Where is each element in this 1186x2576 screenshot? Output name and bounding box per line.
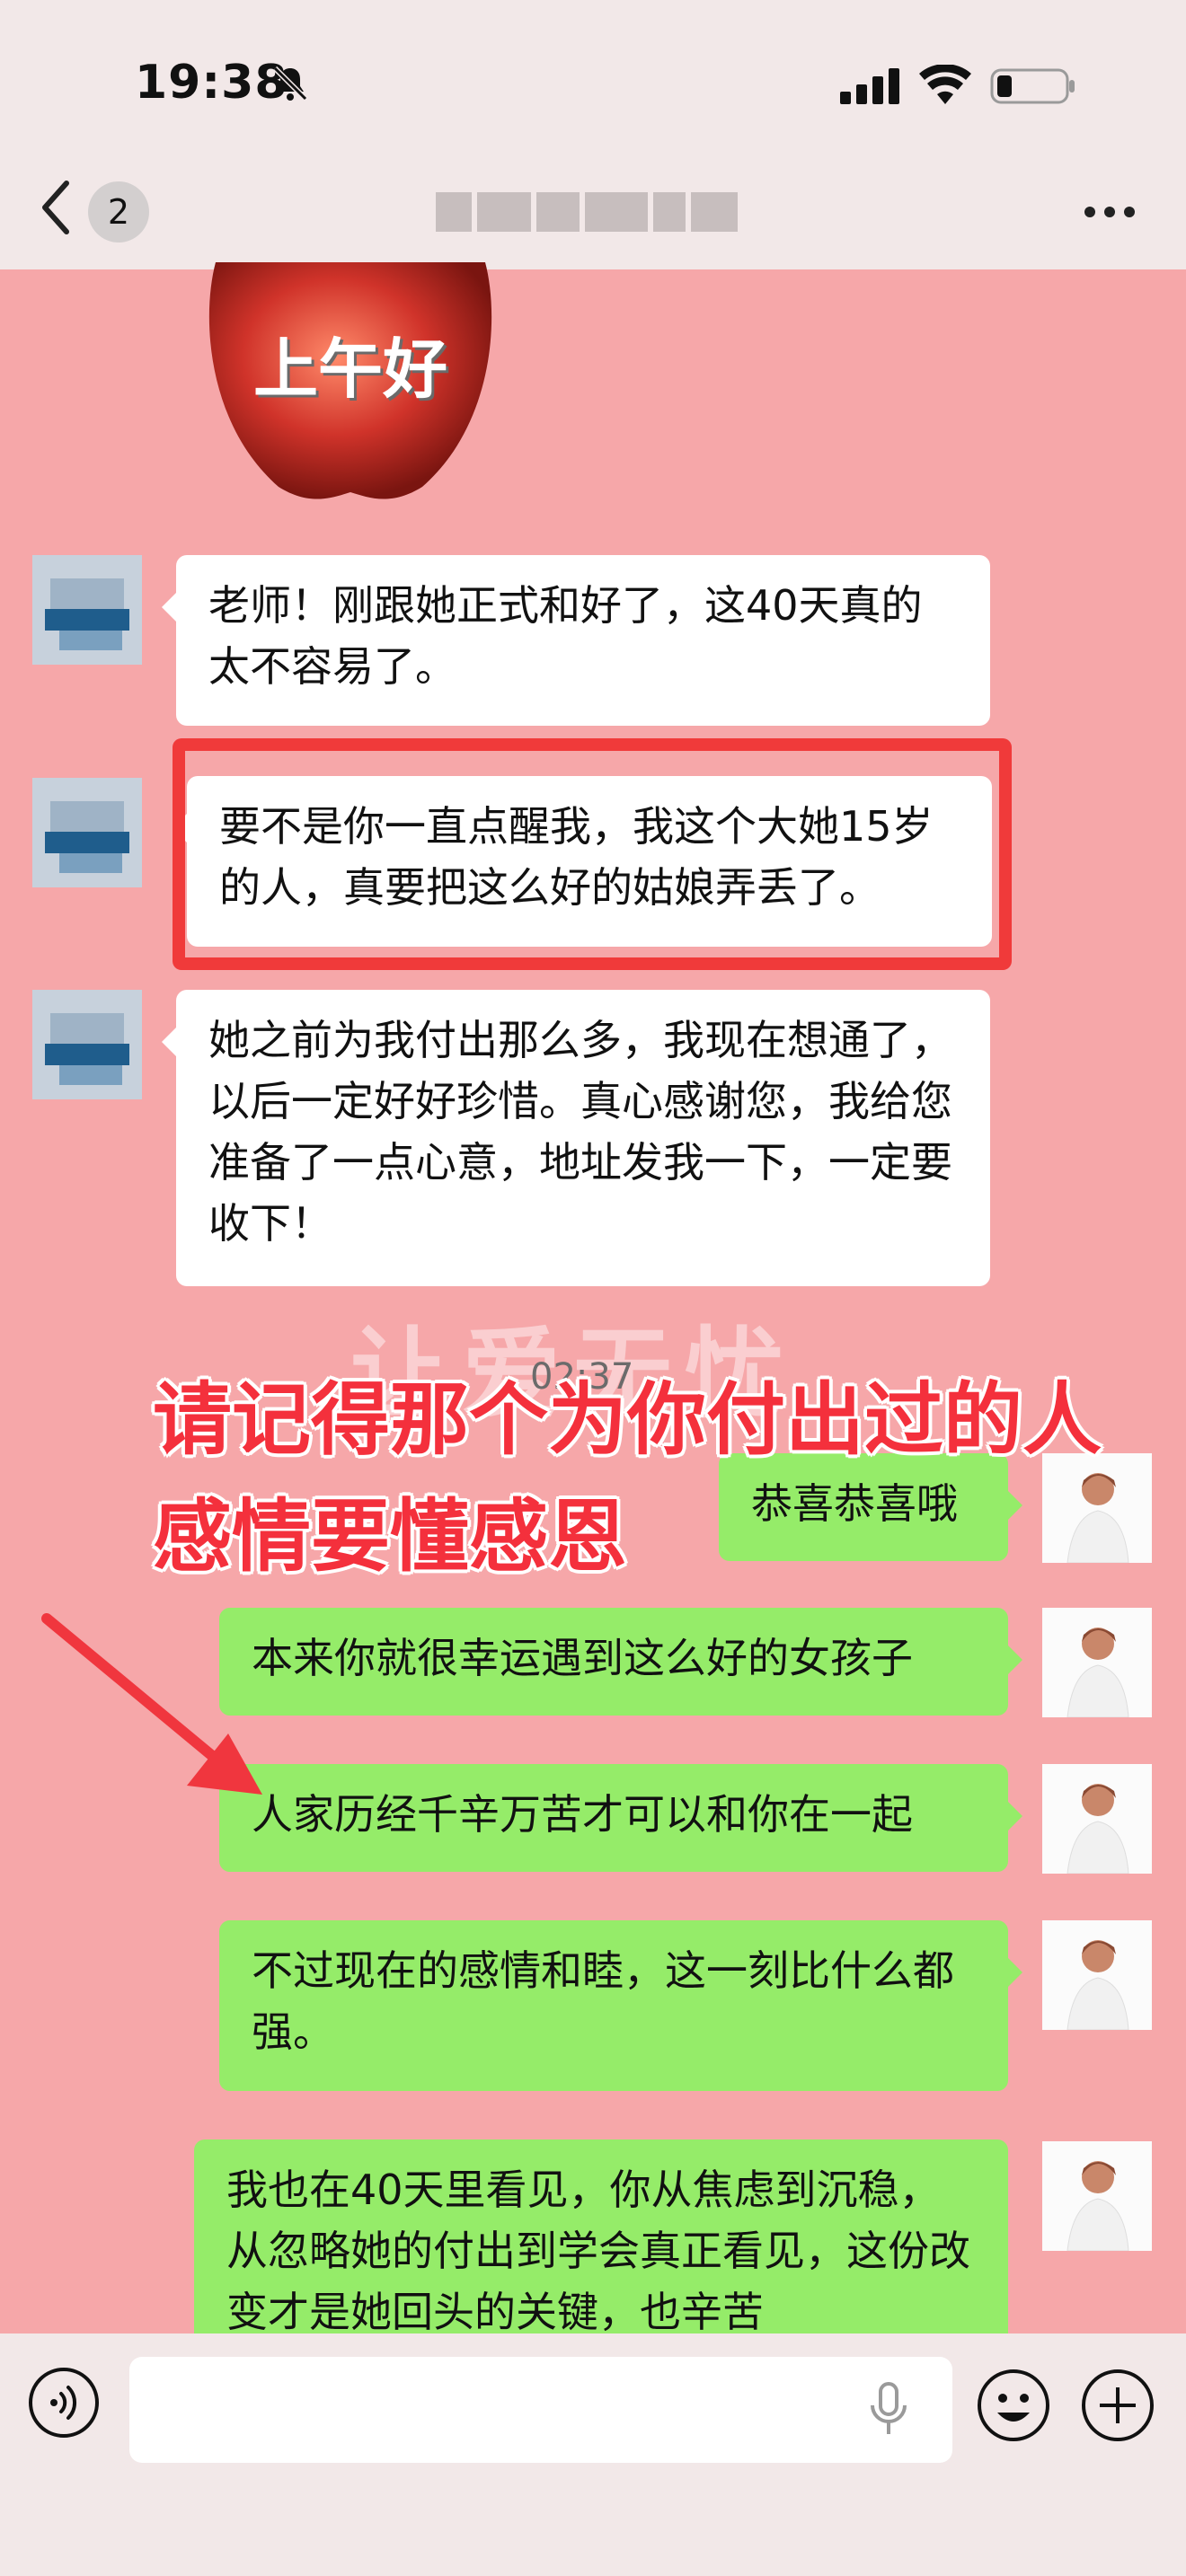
mic-icon[interactable]	[868, 2382, 909, 2438]
avatar[interactable]	[1042, 1920, 1152, 2030]
unread-count-badge[interactable]: 2	[88, 181, 149, 243]
avatar[interactable]	[32, 555, 142, 665]
message-text: 本来你就很幸运遇到这么好的女孩子	[252, 1634, 913, 1682]
avatar[interactable]	[32, 990, 142, 1099]
message-text: 我也在40天里看见，你从焦虑到沉稳，从忽略她的付出到学会真正看见，这份改变才是她…	[226, 2166, 970, 2336]
wifi-icon	[919, 65, 971, 104]
status-time: 19:38	[135, 56, 288, 110]
battery-icon	[990, 68, 1075, 104]
apple-sticker[interactable]: 上午好	[198, 262, 503, 505]
message-bubble[interactable]: 不过现在的感情和睦，这一刻比什么都强。	[219, 1920, 1022, 2091]
annotation-line-1: 请记得那个为你付出过的人	[153, 1373, 1102, 1466]
message-bubble[interactable]: 人家历经千辛万苦才可以和你在一起	[219, 1764, 1022, 1872]
annotation-overlay: 请记得那个为你付出过的人 感情要懂感恩	[153, 1362, 1102, 1595]
message-text: 她之前为我付出那么多，我现在想通了，以后一定好好珍惜。真心感谢您，我给您准备了一…	[208, 1016, 952, 1248]
message-bubble[interactable]: 她之前为我付出那么多，我现在想通了，以后一定好好珍惜。真心感谢您，我给您准备了一…	[162, 990, 990, 1286]
red-arrow-icon	[41, 1613, 262, 1795]
highlight-box	[173, 738, 1012, 970]
bell-slash-icon	[272, 66, 308, 101]
message-text: 人家历经千辛万苦才可以和你在一起	[252, 1790, 913, 1839]
annotation-line-2: 感情要懂感恩	[153, 1490, 628, 1583]
blurred-contact-name	[436, 192, 755, 232]
avatar[interactable]	[1042, 1608, 1152, 1717]
avatar[interactable]	[1042, 1764, 1152, 1874]
message-text: 不过现在的感情和睦，这一刻比什么都强。	[252, 1946, 954, 2056]
back-chevron-icon[interactable]	[36, 176, 75, 239]
message-text: 老师！刚跟她正式和好了，这40天真的太不容易了。	[208, 581, 923, 691]
avatar[interactable]	[32, 778, 142, 887]
more-icon[interactable]	[1083, 203, 1137, 221]
message-input[interactable]	[129, 2357, 952, 2463]
sticker-text: 上午好	[252, 331, 447, 407]
avatar[interactable]	[1042, 2141, 1152, 2251]
emoji-icon[interactable]	[976, 2368, 1051, 2443]
voice-icon[interactable]	[27, 2366, 101, 2439]
signal-icon	[840, 68, 899, 104]
message-bubble[interactable]: 老师！刚跟她正式和好了，这40天真的太不容易了。	[162, 555, 990, 726]
plus-icon[interactable]	[1080, 2368, 1155, 2443]
message-bubble[interactable]: 本来你就很幸运遇到这么好的女孩子	[219, 1608, 1022, 1716]
